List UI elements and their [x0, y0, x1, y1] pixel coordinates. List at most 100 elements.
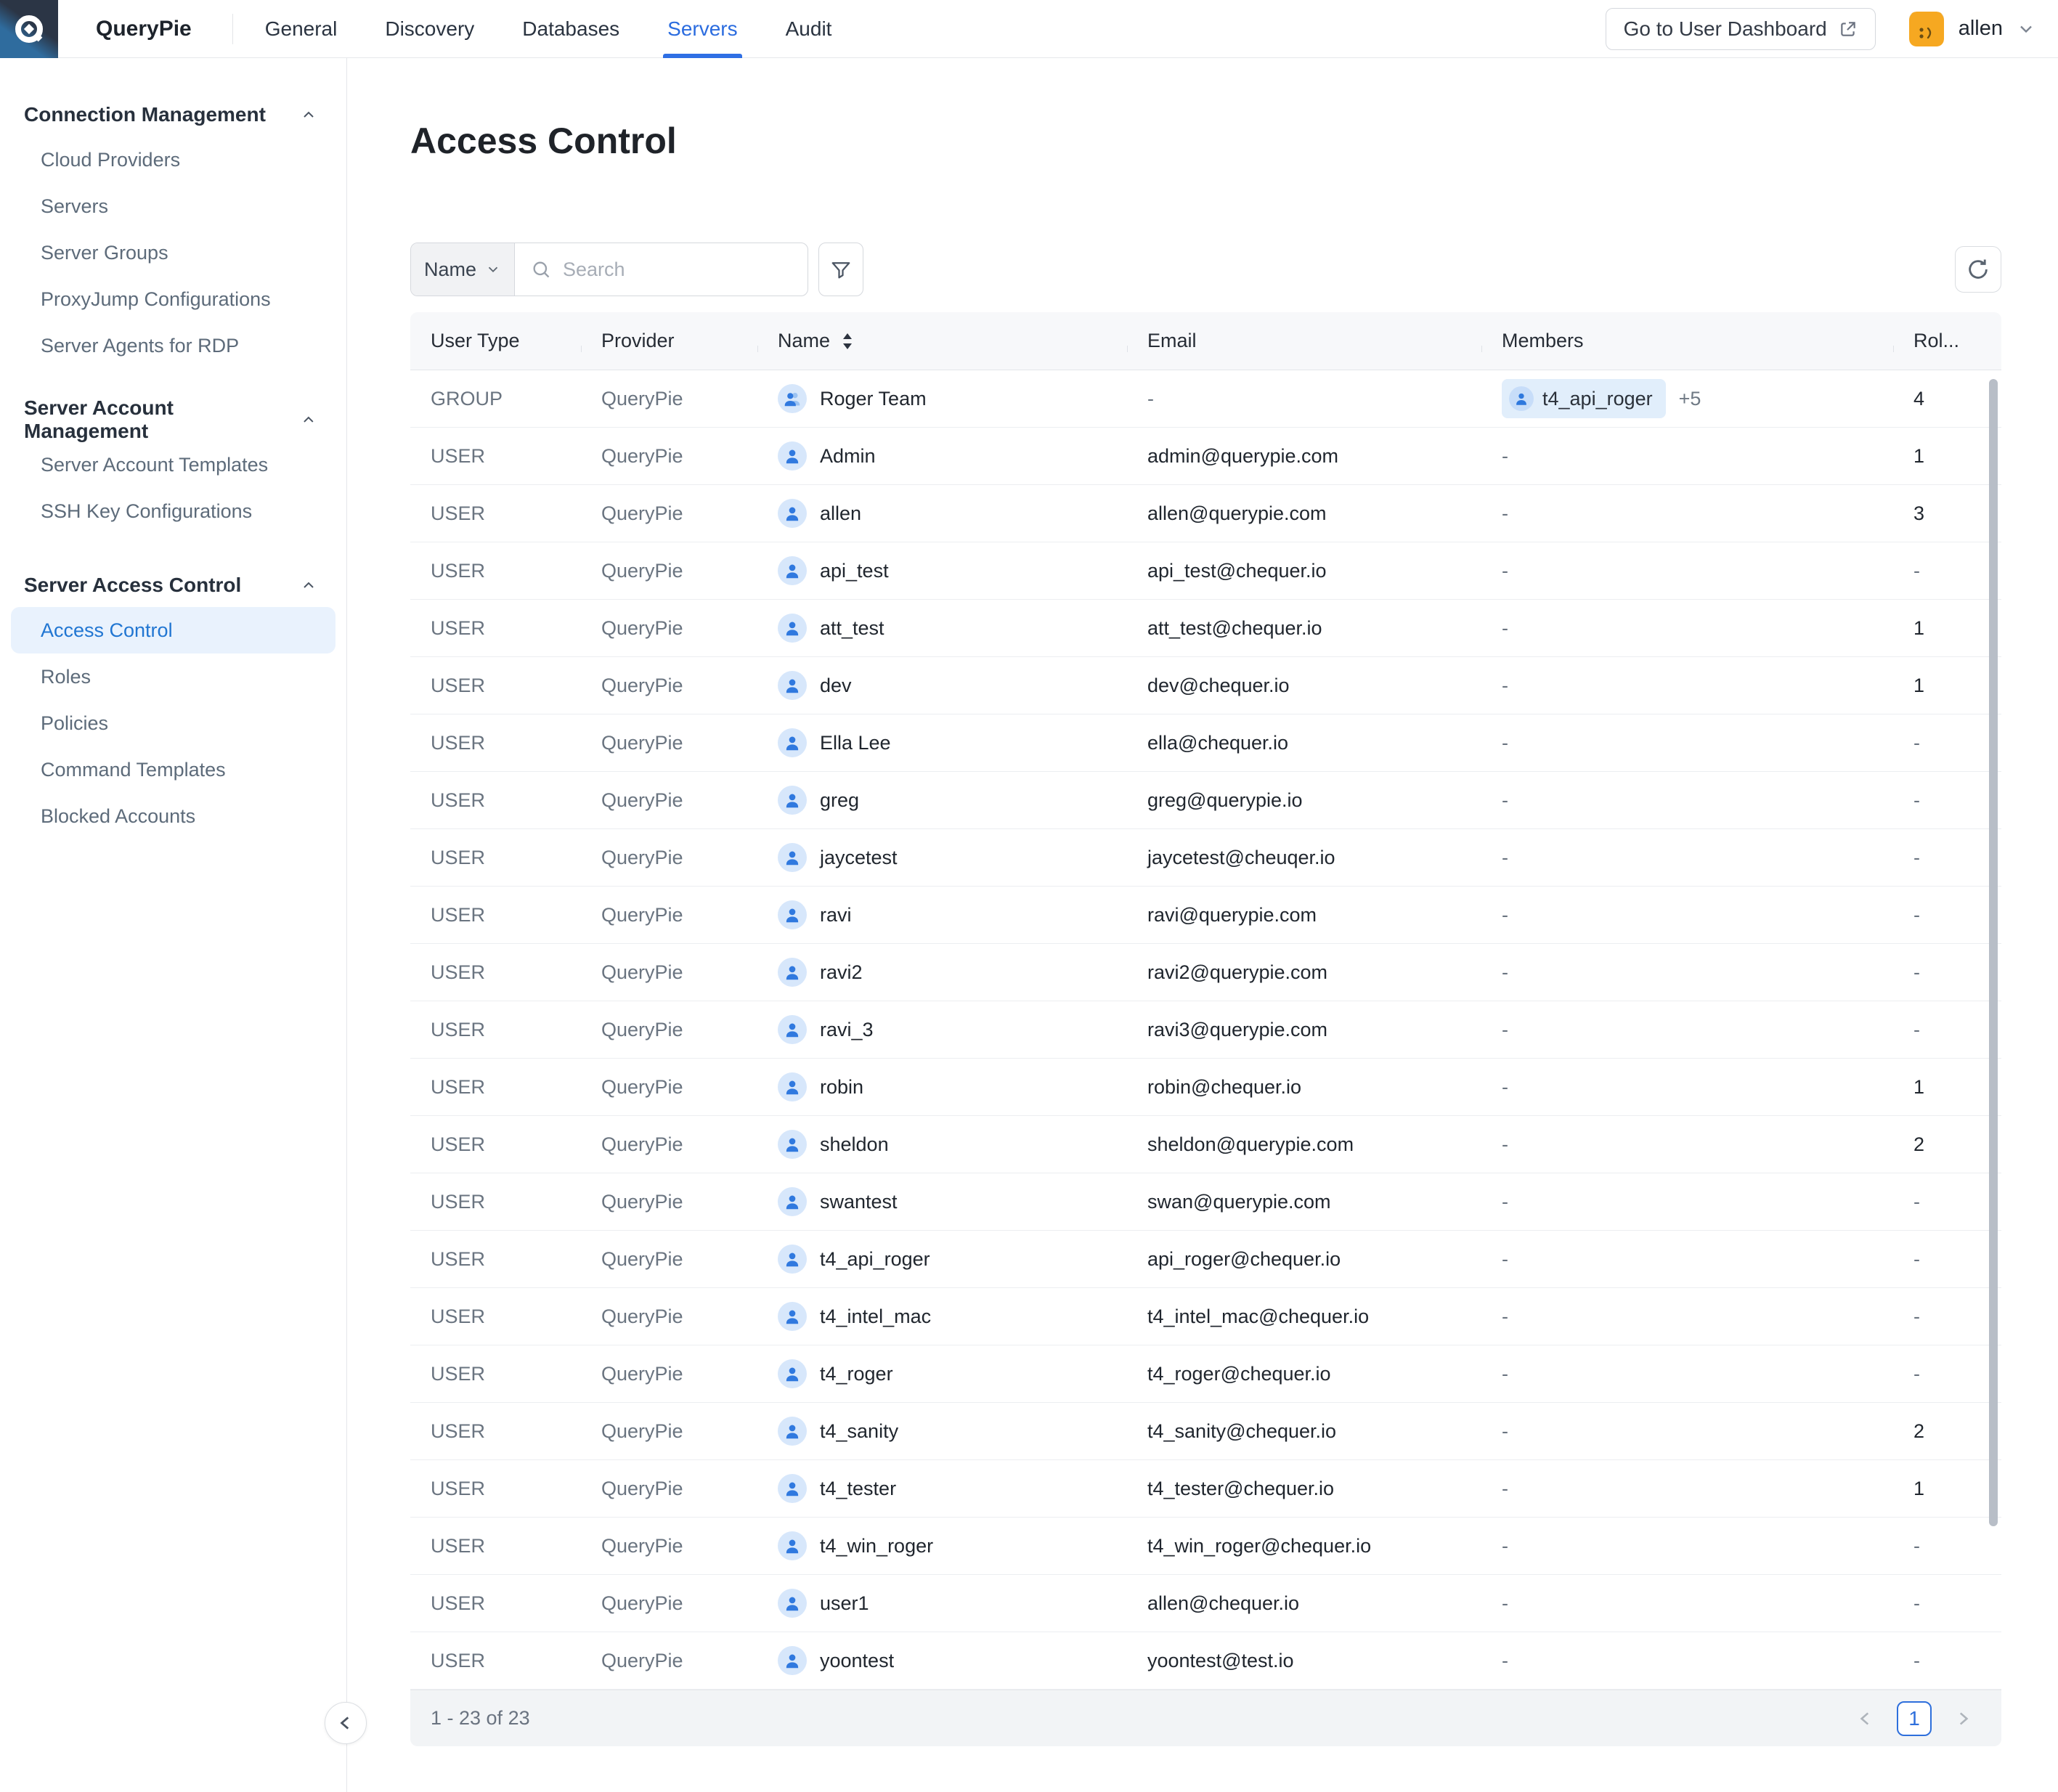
sidebar-item-roles[interactable]: Roles — [0, 653, 346, 700]
column-header-members[interactable]: Members — [1481, 330, 1893, 352]
cell-provider: QueryPie — [581, 1535, 757, 1557]
page-number-button[interactable]: 1 — [1897, 1701, 1932, 1736]
search-field-label: Name — [424, 258, 476, 281]
avatar[interactable] — [1909, 12, 1944, 46]
vertical-scrollbar[interactable] — [1989, 379, 1998, 1526]
table-row[interactable]: USER QueryPie ravi2 ravi2@querypie.com -… — [410, 944, 2001, 1001]
sidebar-item-server-agents-for-rdp[interactable]: Server Agents for RDP — [0, 322, 346, 369]
table-row[interactable]: USER QueryPie user1 allen@chequer.io - - — [410, 1575, 2001, 1632]
person-icon — [783, 963, 802, 982]
user-avatar — [778, 1531, 807, 1560]
sidebar-section-header-server-access-control[interactable]: Server Access Control — [0, 563, 346, 607]
cell-user-type: USER — [410, 1306, 581, 1328]
table-row[interactable]: USER QueryPie Admin admin@querypie.com -… — [410, 428, 2001, 485]
chevron-up-icon — [300, 411, 317, 428]
cell-name: user1 — [757, 1589, 1127, 1618]
cell-user-type: USER — [410, 1019, 581, 1041]
member-chip[interactable]: t4_api_roger — [1502, 379, 1666, 418]
table-row[interactable]: USER QueryPie ravi ravi@querypie.com - - — [410, 887, 2001, 944]
table-row[interactable]: USER QueryPie jaycetest jaycetest@cheuqe… — [410, 829, 2001, 887]
cell-user-type: USER — [410, 1420, 581, 1443]
member-more-count[interactable]: +5 — [1679, 388, 1701, 410]
table-row[interactable]: USER QueryPie allen allen@querypie.com -… — [410, 485, 2001, 542]
table-row[interactable]: USER QueryPie t4_roger t4_roger@chequer.… — [410, 1345, 2001, 1403]
tab-audit[interactable]: Audit — [786, 0, 832, 58]
topbar-right: Go to User Dashboard allen — [1606, 8, 2058, 50]
members-empty: - — [1502, 847, 1508, 869]
name-label: yoontest — [820, 1650, 894, 1672]
cell-name: Roger Team — [757, 384, 1127, 413]
column-header-user-type[interactable]: User Type — [410, 330, 581, 352]
cell-provider: QueryPie — [581, 1592, 757, 1615]
table-row[interactable]: USER QueryPie ravi_3 ravi3@querypie.com … — [410, 1001, 2001, 1059]
cell-members: - — [1481, 1306, 1893, 1328]
cell-provider: QueryPie — [581, 904, 757, 926]
column-header-email[interactable]: Email — [1127, 330, 1481, 352]
refresh-button[interactable] — [1955, 246, 2001, 293]
table-row[interactable]: USER QueryPie api_test api_test@chequer.… — [410, 542, 2001, 600]
querypie-logo-icon — [0, 0, 58, 58]
cell-email: t4_tester@chequer.io — [1127, 1478, 1481, 1500]
cell-roles: 4 — [1893, 388, 1983, 410]
column-header-provider[interactable]: Provider — [581, 330, 757, 352]
sidebar-item-cloud-providers[interactable]: Cloud Providers — [0, 137, 346, 183]
table-row[interactable]: GROUP QueryPie Roger Team - t4_api_roger… — [410, 370, 2001, 428]
sidebar: Connection ManagementCloud ProvidersServ… — [0, 58, 347, 1792]
cell-user-type: USER — [410, 847, 581, 869]
cell-provider: QueryPie — [581, 789, 757, 812]
cell-user-type: USER — [410, 1592, 581, 1615]
column-header-name[interactable]: Name — [757, 330, 1127, 352]
sort-icon[interactable] — [840, 332, 855, 351]
sidebar-collapse-button[interactable] — [325, 1702, 367, 1744]
previous-page-icon[interactable] — [1856, 1709, 1875, 1728]
sidebar-item-server-groups[interactable]: Server Groups — [0, 229, 346, 276]
filter-button[interactable] — [818, 243, 863, 296]
table-row[interactable]: USER QueryPie dev dev@chequer.io - 1 — [410, 657, 2001, 714]
tab-databases[interactable]: Databases — [522, 0, 619, 58]
sidebar-item-access-control[interactable]: Access Control — [11, 607, 335, 653]
table-row[interactable]: USER QueryPie swantest swan@querypie.com… — [410, 1173, 2001, 1231]
name-label: ravi — [820, 904, 852, 926]
next-page-icon[interactable] — [1953, 1709, 1972, 1728]
sidebar-item-ssh-key-configurations[interactable]: SSH Key Configurations — [0, 488, 346, 534]
person-icon — [783, 504, 802, 523]
sidebar-item-policies[interactable]: Policies — [0, 700, 346, 746]
search-input[interactable] — [561, 258, 801, 282]
table-row[interactable]: USER QueryPie greg greg@querypie.io - - — [410, 772, 2001, 829]
sidebar-section-header-server-account-management[interactable]: Server Account Management — [0, 398, 346, 441]
tab-discovery[interactable]: Discovery — [385, 0, 474, 58]
table-row[interactable]: USER QueryPie Ella Lee ella@chequer.io -… — [410, 714, 2001, 772]
table-row[interactable]: USER QueryPie sheldon sheldon@querypie.c… — [410, 1116, 2001, 1173]
name-label: api_test — [820, 560, 889, 582]
tab-servers[interactable]: Servers — [667, 0, 737, 58]
go-to-user-dashboard-button[interactable]: Go to User Dashboard — [1606, 8, 1876, 50]
tab-general[interactable]: General — [265, 0, 338, 58]
column-header-roles[interactable]: Rol... — [1893, 330, 1983, 352]
sidebar-item-proxyjump-configurations[interactable]: ProxyJump Configurations — [0, 276, 346, 322]
sidebar-item-command-templates[interactable]: Command Templates — [0, 746, 346, 793]
cell-email: ravi2@querypie.com — [1127, 961, 1481, 984]
table-row[interactable]: USER QueryPie t4_tester t4_tester@cheque… — [410, 1460, 2001, 1518]
access-control-table: User Type Provider Name Email Members Ro… — [410, 312, 2001, 1746]
cell-members: - — [1481, 1076, 1893, 1099]
table-row[interactable]: USER QueryPie t4_win_roger t4_win_roger@… — [410, 1518, 2001, 1575]
member-chip-label: t4_api_roger — [1542, 388, 1653, 410]
sidebar-item-servers[interactable]: Servers — [0, 183, 346, 229]
search-field-select[interactable]: Name — [411, 243, 515, 296]
funnel-icon — [830, 258, 852, 280]
chevron-down-icon[interactable] — [2016, 19, 2036, 39]
cell-name: jaycetest — [757, 843, 1127, 872]
table-row[interactable]: USER QueryPie t4_intel_mac t4_intel_mac@… — [410, 1288, 2001, 1345]
cell-user-type: USER — [410, 675, 581, 697]
table-row[interactable]: USER QueryPie att_test att_test@chequer.… — [410, 600, 2001, 657]
table-row[interactable]: USER QueryPie t4_sanity t4_sanity@cheque… — [410, 1403, 2001, 1460]
sidebar-item-blocked-accounts[interactable]: Blocked Accounts — [0, 793, 346, 839]
sidebar-item-server-account-templates[interactable]: Server Account Templates — [0, 441, 346, 488]
table-row[interactable]: USER QueryPie yoontest yoontest@test.io … — [410, 1632, 2001, 1690]
table-row[interactable]: USER QueryPie t4_api_roger api_roger@che… — [410, 1231, 2001, 1288]
user-avatar — [778, 900, 807, 929]
person-icon — [783, 447, 802, 465]
cell-provider: QueryPie — [581, 445, 757, 468]
sidebar-section-header-connection-management[interactable]: Connection Management — [0, 93, 346, 137]
table-row[interactable]: USER QueryPie robin robin@chequer.io - 1 — [410, 1059, 2001, 1116]
